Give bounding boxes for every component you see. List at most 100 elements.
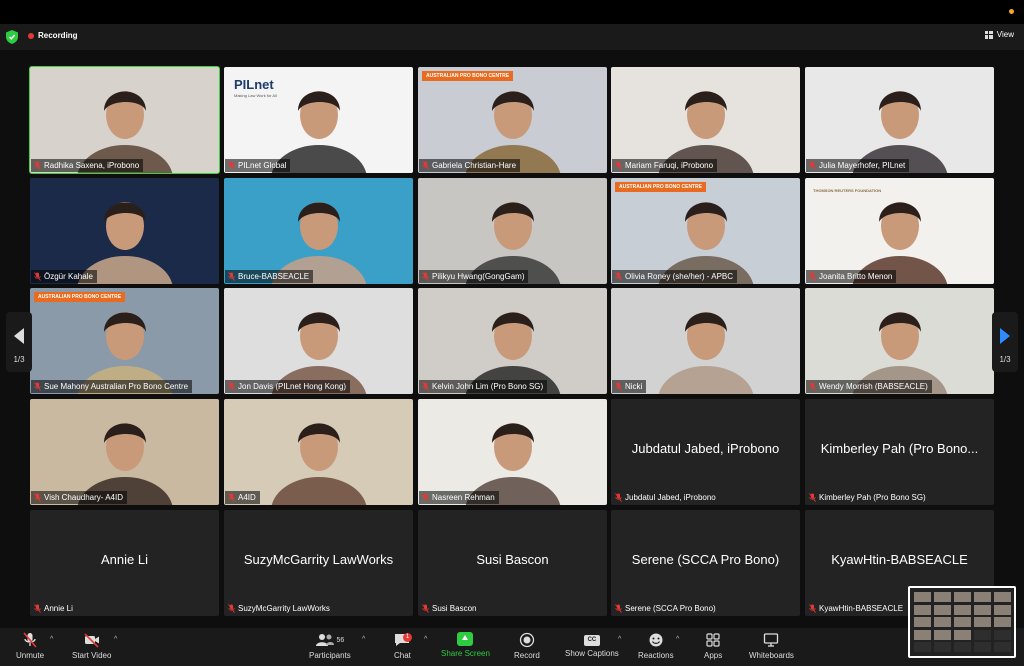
chat-button[interactable]: 1 Chat xyxy=(394,632,412,660)
participant-tile[interactable]: Mariam Faruqi, iProbono xyxy=(611,67,800,173)
mini-tile xyxy=(994,592,1011,602)
participant-name: Annie Li xyxy=(44,604,73,613)
grid-view-icon xyxy=(984,30,993,39)
mini-tile xyxy=(954,617,971,627)
participants-label: Participants xyxy=(309,651,351,660)
participant-tile[interactable]: SuzyMcGarrity LawWorks SuzyMcGarrity LawW… xyxy=(224,510,413,616)
participant-video-feed xyxy=(224,288,413,394)
mini-tile xyxy=(974,629,991,640)
mic-muted-icon xyxy=(228,382,235,391)
mic-muted-icon xyxy=(34,272,41,281)
participant-name-tag: Gabriela Christian-Hare xyxy=(419,159,521,172)
unmute-button[interactable]: Unmute xyxy=(16,632,44,660)
participant-tile[interactable]: Özgür Kahale xyxy=(30,178,219,284)
participant-tile[interactable]: Radhika Saxena, iProbono xyxy=(29,66,220,174)
participant-tile[interactable]: Nasreen Rehman xyxy=(418,399,607,505)
participant-name: Nasreen Rehman xyxy=(432,493,495,502)
participant-name: Kimberley Pah (Pro Bono SG) xyxy=(819,493,926,502)
participant-display-name: KyawHtin-BABSEACLE xyxy=(831,552,968,567)
share-screen-label: Share Screen xyxy=(441,649,490,658)
participant-display-name: Kimberley Pah (Pro Bono... xyxy=(820,441,979,456)
page-indicator-left: 1/3 xyxy=(13,355,25,364)
mic-muted-icon xyxy=(615,161,622,170)
mic-muted-icon xyxy=(422,493,429,502)
captions-chevron-up-icon[interactable]: ^ xyxy=(618,636,621,643)
participant-tile[interactable]: AUSTRALIAN PRO BONO CENTRE Gabriela Chris… xyxy=(418,67,607,173)
participant-tile[interactable]: AUSTRALIAN PRO BONO CENTRE Olivia Roney (… xyxy=(611,178,800,284)
record-button[interactable]: Record xyxy=(514,632,540,660)
participant-name: KyawHtin-BABSEACLE xyxy=(819,604,904,613)
audio-options-chevron-up-icon[interactable]: ^ xyxy=(50,636,53,643)
participant-tile[interactable]: Kimberley Pah (Pro Bono... Kimberley Pah … xyxy=(805,399,994,505)
participant-name: Jubdatul Jabed, iProbono xyxy=(625,493,716,502)
participant-name-tag: Serene (SCCA Pro Bono) xyxy=(612,602,720,615)
participant-tile[interactable]: AUSTRALIAN PRO BONO CENTRE Sue Mahony Aus… xyxy=(30,288,219,394)
participant-name: Pilikyu Hwang(GongGam) xyxy=(432,272,525,281)
participants-chevron-up-icon[interactable]: ^ xyxy=(362,636,365,643)
mic-muted-icon xyxy=(809,604,816,613)
apps-button[interactable]: Apps xyxy=(704,632,722,660)
self-view-thumbnail[interactable] xyxy=(908,586,1016,658)
reactions-button[interactable]: Reactions xyxy=(638,632,674,660)
participant-tile[interactable]: Annie Li Annie Li xyxy=(30,510,219,616)
mic-muted-icon xyxy=(809,161,816,170)
participant-name-tag: Olivia Roney (she/her) - APBC xyxy=(612,270,738,283)
recording-indicator[interactable]: Recording xyxy=(28,31,78,40)
participant-tile[interactable]: Jon Davis (PILnet Hong Kong) xyxy=(224,288,413,394)
participant-tile[interactable]: Julia Mayerhofer, PILnet xyxy=(805,67,994,173)
apbc-logo: AUSTRALIAN PRO BONO CENTRE xyxy=(34,292,126,302)
participant-display-name: Serene (SCCA Pro Bono) xyxy=(631,552,780,567)
participant-tile[interactable]: PILnet Making Law Work for All PILnet Glob… xyxy=(224,67,413,173)
mini-tile xyxy=(934,617,951,627)
participant-name: Gabriela Christian-Hare xyxy=(432,161,517,170)
mini-tile xyxy=(934,629,951,640)
participant-name-tag: Wendy Morrish (BABSEACLE) xyxy=(806,380,932,393)
start-video-label: Start Video xyxy=(72,651,112,660)
video-options-chevron-up-icon[interactable]: ^ xyxy=(114,636,117,643)
participant-tile[interactable]: THOMSON REUTERS FOUNDATION Joanita Britto… xyxy=(805,178,994,284)
mini-tile xyxy=(994,604,1011,615)
meeting-toolbar: Unmute ^ Start Video ^ 56 Participants ^… xyxy=(0,628,1024,666)
participant-tile[interactable]: Kelvin John Lim (Pro Bono SG) xyxy=(418,288,607,394)
participant-tile[interactable]: Serene (SCCA Pro Bono) Serene (SCCA Pro B… xyxy=(611,510,800,616)
participant-tile[interactable]: Wendy Morrish (BABSEACLE) xyxy=(805,288,994,394)
participant-name: Jon Davis (PILnet Hong Kong) xyxy=(238,382,347,391)
start-video-button[interactable]: Start Video xyxy=(72,632,111,660)
participant-name: Wendy Morrish (BABSEACLE) xyxy=(819,382,928,391)
participant-name-tag: Bruce-BABSEACLE xyxy=(225,270,314,283)
participant-tile[interactable]: Pilikyu Hwang(GongGam) xyxy=(418,178,607,284)
participant-tile[interactable]: Nicki xyxy=(611,288,800,394)
participant-tile[interactable]: Susi Bascon Susi Bascon xyxy=(418,510,607,616)
participant-video-feed xyxy=(805,288,994,394)
participant-name-tag: Nasreen Rehman xyxy=(419,491,499,504)
participant-name-tag: Susi Bascon xyxy=(419,602,480,615)
participant-video-feed xyxy=(805,67,994,173)
participant-tile[interactable]: Jubdatul Jabed, iProbono Jubdatul Jabed, … xyxy=(611,399,800,505)
view-button[interactable]: View xyxy=(984,30,1014,39)
participant-tile[interactable]: Bruce-BABSEACLE xyxy=(224,178,413,284)
shield-icon[interactable] xyxy=(6,30,18,44)
whiteboards-button[interactable]: Whiteboards xyxy=(749,632,794,660)
participant-video-feed xyxy=(418,399,607,505)
participant-name-tag: Özgür Kahale xyxy=(31,270,97,283)
participant-tile[interactable]: A4ID xyxy=(224,399,413,505)
participant-name: Julia Mayerhofer, PILnet xyxy=(819,161,906,170)
participant-video-feed xyxy=(418,288,607,394)
participant-name-tag: Sue Mahony Australian Pro Bono Centre xyxy=(31,380,193,393)
participants-button[interactable]: 56 Participants xyxy=(309,632,351,660)
share-screen-button[interactable]: Share Screen xyxy=(441,632,490,658)
apps-label: Apps xyxy=(704,651,723,660)
reactions-chevron-up-icon[interactable]: ^ xyxy=(676,636,679,643)
mic-muted-icon xyxy=(615,604,622,613)
participant-name-tag: Pilikyu Hwang(GongGam) xyxy=(419,270,529,283)
participant-name-tag: Mariam Faruqi, iProbono xyxy=(612,159,718,172)
chat-chevron-up-icon[interactable]: ^ xyxy=(424,636,427,643)
record-label: Record xyxy=(514,651,540,660)
participant-tile[interactable]: Vish Chaudhary- A4ID xyxy=(30,399,219,505)
participant-display-name: Jubdatul Jabed, iProbono xyxy=(631,441,780,456)
next-page-button[interactable]: 1/3 xyxy=(992,312,1018,372)
mic-muted-icon xyxy=(23,632,37,648)
show-captions-button[interactable]: CC Show Captions xyxy=(565,632,619,658)
participant-name-tag: PILnet Global xyxy=(225,159,291,172)
previous-page-button[interactable]: 1/3 xyxy=(6,312,32,372)
